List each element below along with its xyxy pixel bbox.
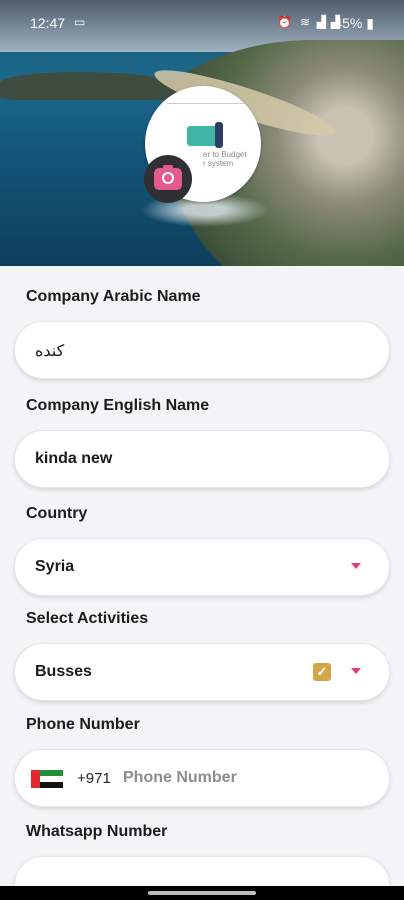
add-company-screen: 12:47 ▭ ⏰ ≋ ▟ ▟ 45% ▮ er to Budget r sys… [0,0,404,900]
logo-caption: er to Budget r system [203,150,247,168]
battery-text: 45% [334,15,363,31]
alarm-icon: ⏰ [277,15,292,29]
flag-red-band [31,770,40,788]
signal-icon: ▟ [316,15,326,29]
activities-label: Select Activities [26,610,149,627]
flag-black-band [40,782,63,788]
country-value: Syria [35,558,75,575]
country-select[interactable]: Syria [14,538,390,596]
logo-person-illustration [215,122,223,148]
english-name-field[interactable]: kinda new [14,430,390,488]
english-name-label: Company English Name [26,397,210,414]
wifi-icon: ≋ [299,15,310,29]
change-photo-button[interactable] [144,155,192,203]
status-time: 12:47 [30,15,66,31]
uae-flag-icon[interactable] [31,770,63,788]
checkbox-checked-icon[interactable]: ✓ [313,663,331,681]
battery-level: 45% ▮ [334,15,374,32]
battery-icon: ▮ [366,15,374,31]
phone-label: Phone Number [26,716,140,733]
navigation-bar [0,886,404,900]
chevron-down-icon [351,668,361,674]
whatsapp-label: Whatsapp Number [26,823,168,840]
country-code[interactable]: +971 [77,770,111,787]
logo-header-line [167,98,245,104]
status-bar: 12:47 ▭ ⏰ ≋ ▟ ▟ 45% ▮ [0,0,404,44]
camera-icon [154,165,182,190]
arabic-name-label: Company Arabic Name [26,288,201,305]
country-label: Country [26,505,88,522]
arabic-name-value: كنده [35,343,65,360]
screen-icon: ▭ [74,15,86,29]
arabic-name-field[interactable]: كنده [14,321,390,379]
phone-placeholder: Phone Number [123,769,237,786]
english-name-value: kinda new [35,450,113,467]
activities-select[interactable]: Busses ✓ [14,643,390,701]
activities-value: Busses [35,663,92,680]
phone-field[interactable]: +971 Phone Number [14,749,390,807]
chevron-down-icon [351,563,361,569]
company-form: Company Arabic Name كنده Company English… [0,266,404,900]
home-gesture-handle[interactable] [148,891,256,895]
